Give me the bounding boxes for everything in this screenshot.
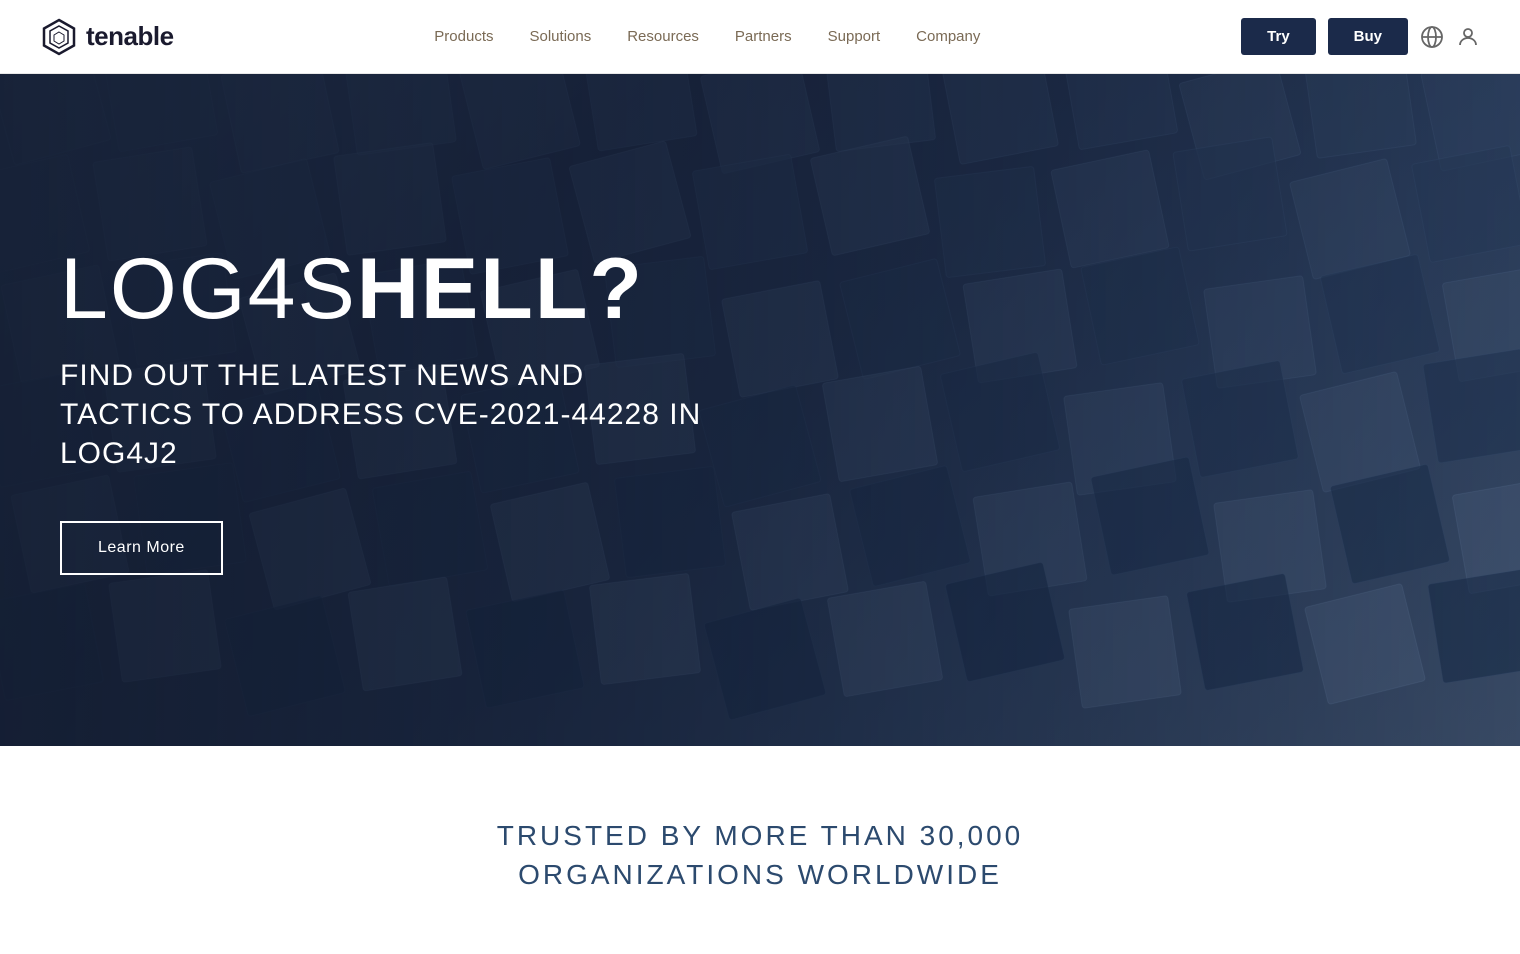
nav-item-products[interactable]: Products xyxy=(434,28,493,45)
learn-more-button[interactable]: Learn More xyxy=(60,521,223,575)
user-icon[interactable] xyxy=(1456,25,1480,49)
header: tenable Products Solutions Resources Par… xyxy=(0,0,1520,74)
hero-content: LOG4SHELL? FIND OUT THE LATEST NEWS AND … xyxy=(0,246,780,575)
nav-item-partners[interactable]: Partners xyxy=(735,28,792,45)
trust-line2: ORGANIZATIONS WORLDWIDE xyxy=(518,859,1002,890)
try-button[interactable]: Try xyxy=(1241,18,1316,55)
hero-title: LOG4SHELL? xyxy=(60,246,720,332)
tenable-logo-icon xyxy=(40,18,78,56)
nav-item-company[interactable]: Company xyxy=(916,28,980,45)
logo-text: tenable xyxy=(86,21,174,52)
hero-title-light: LOG4S xyxy=(60,241,357,337)
nav-item-support[interactable]: Support xyxy=(828,28,881,45)
trust-section: TRUSTED BY MORE THAN 30,000 ORGANIZATION… xyxy=(0,746,1520,954)
trust-line1: TRUSTED BY MORE THAN 30,000 xyxy=(497,820,1024,851)
header-actions: Try Buy xyxy=(1241,18,1480,55)
hero-section: LOG4SHELL? FIND OUT THE LATEST NEWS AND … xyxy=(0,74,1520,746)
main-nav: Products Solutions Resources Partners Su… xyxy=(434,28,980,45)
buy-button[interactable]: Buy xyxy=(1328,18,1408,55)
logo[interactable]: tenable xyxy=(40,18,174,56)
nav-item-resources[interactable]: Resources xyxy=(627,28,699,45)
hero-subtitle: FIND OUT THE LATEST NEWS AND TACTICS TO … xyxy=(60,356,720,473)
hero-title-bold: HELL? xyxy=(357,241,644,337)
nav-item-solutions[interactable]: Solutions xyxy=(530,28,592,45)
trust-title: TRUSTED BY MORE THAN 30,000 ORGANIZATION… xyxy=(40,816,1480,894)
globe-icon[interactable] xyxy=(1420,25,1444,49)
